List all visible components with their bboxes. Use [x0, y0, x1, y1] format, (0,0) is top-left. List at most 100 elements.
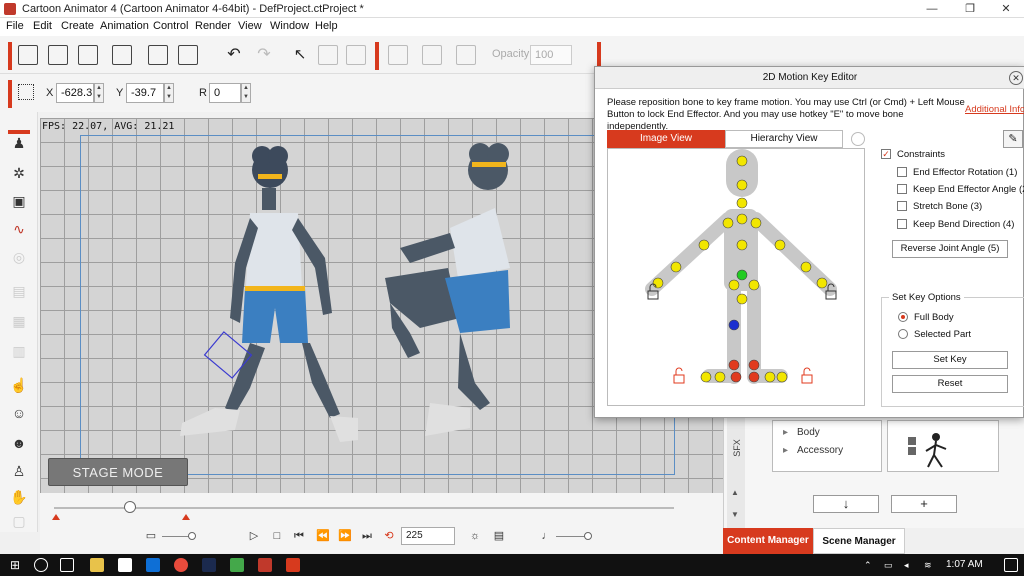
head-icon[interactable]: ☻ — [10, 434, 28, 452]
link-icon[interactable]: ◎ — [10, 248, 28, 266]
additional-info-link[interactable]: Additional Info — [965, 104, 1024, 115]
file-explorer-icon[interactable] — [90, 558, 104, 572]
import-icon[interactable] — [112, 45, 132, 65]
rotate-tool-icon[interactable] — [346, 45, 366, 65]
reset-button[interactable]: Reset — [892, 375, 1008, 393]
sprite-icon[interactable]: ▣ — [10, 192, 28, 210]
next-frame-icon[interactable]: ⏩ — [338, 529, 352, 543]
stop-icon[interactable]: □ — [270, 529, 284, 543]
opacity-input[interactable]: 100 — [530, 45, 572, 65]
volume-slider[interactable] — [556, 536, 586, 537]
undo-icon[interactable]: ↶ — [224, 45, 244, 65]
face-icon[interactable]: ☺ — [10, 404, 28, 422]
r-input[interactable]: 0 — [209, 83, 241, 103]
mail-icon[interactable] — [146, 558, 160, 572]
cartoon-animator-icon[interactable] — [258, 558, 272, 572]
open-folder-icon[interactable] — [48, 45, 68, 65]
full-body-radio[interactable] — [898, 312, 908, 322]
puppet-icon[interactable]: ☝ — [10, 376, 28, 394]
composer-icon[interactable]: ▦ — [10, 312, 28, 330]
zoom-slider-handle[interactable] — [188, 532, 196, 540]
subtitle-icon[interactable]: ▤ — [492, 529, 506, 543]
tab-hierarchy-view[interactable]: Hierarchy View — [725, 130, 843, 148]
windows-start-icon[interactable]: ⊞ — [10, 558, 24, 572]
scroll-down-icon[interactable]: ▼ — [731, 510, 739, 519]
pivot-icon[interactable] — [422, 45, 442, 65]
tree-item-accessory[interactable]: Accessory — [797, 445, 843, 456]
loop-icon[interactable]: ⟲ — [382, 529, 396, 543]
network-icon[interactable]: ▭ — [884, 558, 898, 572]
save-icon[interactable] — [78, 45, 98, 65]
tab-content-manager[interactable]: Content Manager — [723, 528, 813, 554]
chrome-icon[interactable] — [174, 558, 188, 572]
x-input[interactable]: -628.3 — [56, 83, 94, 103]
tray-chevron-icon[interactable]: ⌃ — [864, 558, 878, 572]
menu-file[interactable]: File — [6, 20, 24, 32]
reverse-joint-angle-button[interactable]: Reverse Joint Angle (5) — [892, 240, 1008, 258]
select-arrow-icon[interactable]: ↖ — [290, 45, 310, 65]
set-key-button[interactable]: Set Key — [892, 351, 1008, 369]
timeline-icon[interactable]: ▥ — [10, 342, 28, 360]
menu-view[interactable]: View — [238, 20, 262, 32]
menu-create[interactable]: Create — [61, 20, 94, 32]
audio-wave-icon[interactable]: ∿ — [10, 220, 28, 238]
close-window-button[interactable]: ✕ — [988, 0, 1024, 18]
tab-image-view[interactable]: Image View — [607, 130, 725, 148]
grid-icon[interactable] — [18, 84, 34, 100]
content-thumbnail[interactable] — [887, 420, 999, 472]
menu-window[interactable]: Window — [270, 20, 309, 32]
menu-animation[interactable]: Animation — [100, 20, 149, 32]
timeline-scrubber[interactable] — [54, 507, 674, 509]
end-effector-rotation-checkbox[interactable] — [897, 167, 907, 177]
y-input[interactable]: -39.7 — [126, 83, 164, 103]
zoom-slider[interactable] — [162, 536, 190, 537]
motion-key-icon[interactable]: ✲ — [10, 164, 28, 182]
tree-arrow-icon[interactable]: ▸ — [783, 427, 788, 438]
add-content-button[interactable]: + — [891, 495, 957, 513]
selected-part-radio[interactable] — [898, 329, 908, 339]
refresh-icon[interactable] — [851, 132, 865, 146]
stretch-bone-checkbox[interactable] — [897, 201, 907, 211]
timeline-handle[interactable] — [124, 501, 136, 513]
notifications-icon[interactable] — [1004, 558, 1018, 572]
store-icon[interactable] — [118, 558, 132, 572]
r-spinner[interactable]: ▲ ▼ — [241, 83, 251, 103]
current-frame-input[interactable]: 225 — [401, 527, 455, 545]
new-file-icon[interactable] — [18, 45, 38, 65]
transform-icon[interactable] — [388, 45, 408, 65]
bone-edit-icon[interactable]: ♟ — [10, 134, 28, 152]
keep-end-effector-angle-checkbox[interactable] — [897, 184, 907, 194]
camera-icon[interactable]: ▢ — [10, 512, 28, 530]
layer-manager-icon[interactable]: ▤ — [10, 282, 28, 300]
camtasia-icon[interactable] — [230, 558, 244, 572]
export-icon[interactable] — [148, 45, 168, 65]
cartoon-animator-active-icon[interactable] — [286, 558, 300, 572]
search-icon[interactable] — [34, 558, 48, 572]
minimize-button[interactable]: — — [914, 0, 950, 18]
range-end-marker[interactable] — [182, 514, 190, 520]
menu-edit[interactable]: Edit — [33, 20, 52, 32]
redo-icon[interactable]: ↷ — [254, 45, 274, 65]
y-spinner[interactable]: ▲ ▼ — [164, 83, 174, 103]
zoom-out-icon[interactable]: ▭ — [144, 529, 158, 543]
volume-icon[interactable]: ◂ — [904, 558, 918, 572]
x-spinner[interactable]: ▲ ▼ — [94, 83, 104, 103]
task-view-icon[interactable] — [60, 558, 74, 572]
wifi-icon[interactable]: ≋ — [924, 558, 938, 572]
first-frame-icon[interactable]: ⏮ — [292, 529, 306, 543]
photoshop-icon[interactable] — [202, 558, 216, 572]
scroll-up-icon[interactable]: ▲ — [731, 488, 739, 497]
tab-scene-manager[interactable]: Scene Manager — [813, 528, 905, 554]
prev-frame-icon[interactable]: ⏪ — [316, 529, 330, 543]
body-icon[interactable]: ♙ — [10, 462, 28, 480]
hand-icon[interactable]: ✋ — [10, 488, 28, 506]
pan-icon[interactable] — [318, 45, 338, 65]
menu-render[interactable]: Render — [195, 20, 231, 32]
close-icon[interactable]: ✕ — [1009, 71, 1023, 85]
maximize-button[interactable]: ❐ — [952, 0, 988, 18]
last-frame-icon[interactable]: ⏭ — [360, 529, 374, 543]
bone-image-view[interactable] — [607, 148, 865, 406]
play-icon[interactable]: ▷ — [247, 529, 261, 543]
settings-gear-icon[interactable]: ☼ — [468, 529, 482, 543]
keep-bend-direction-checkbox[interactable] — [897, 219, 907, 229]
